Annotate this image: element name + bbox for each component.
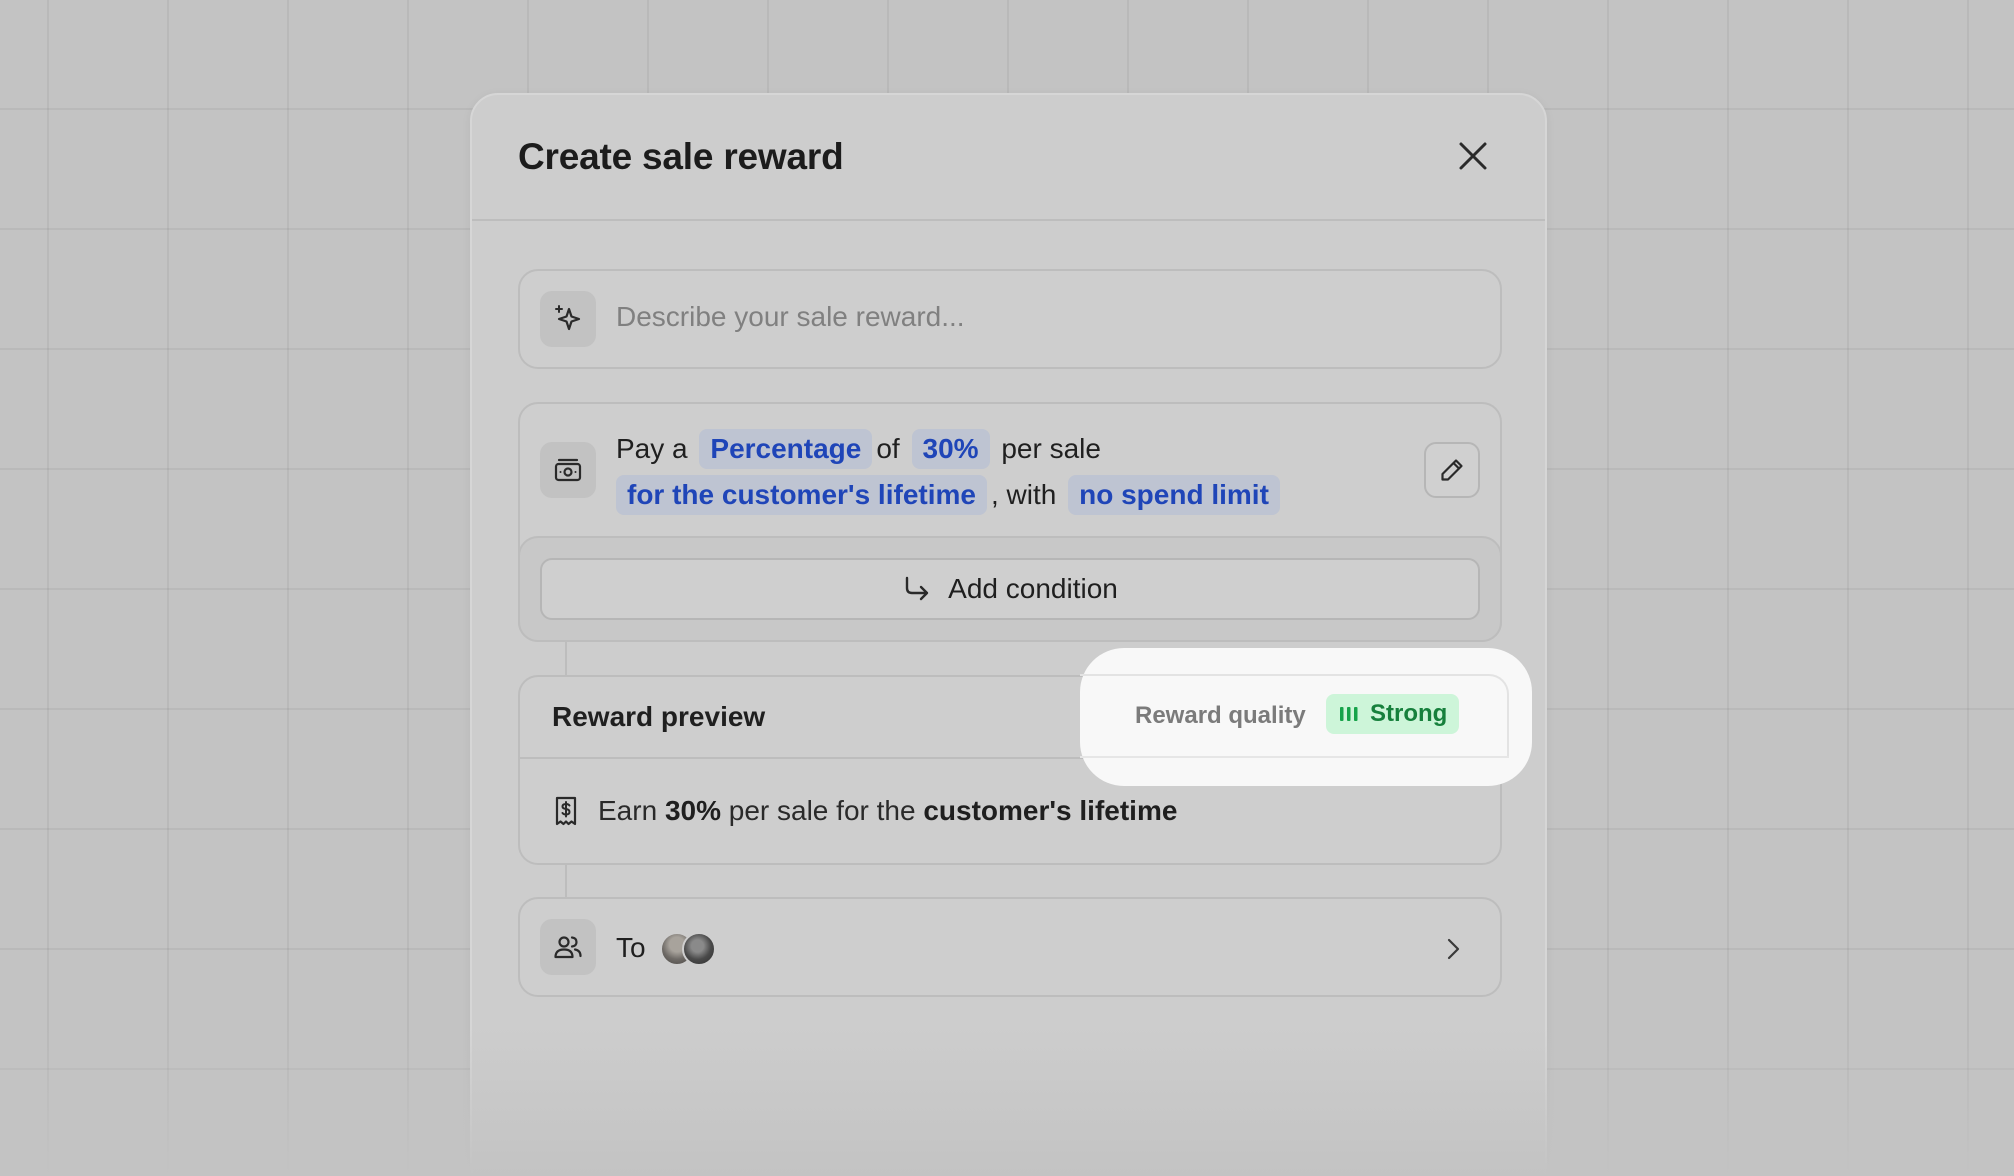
reward-sentence: Pay a Percentage of 30% per sale for the … (616, 426, 1284, 518)
avatar (682, 932, 716, 966)
of-text: of (876, 433, 900, 464)
sparkle-icon-box (540, 291, 596, 347)
create-sale-reward-modal: Create sale reward Describe your sale re… (470, 93, 1547, 1176)
reward-quality-value: Strong (1370, 700, 1448, 727)
preview-sentence: Earn 30% per sale for the customer's lif… (598, 795, 1177, 827)
per-sale-for-the-text: per sale for the (728, 795, 916, 826)
reward-duration-pill[interactable]: for the customer's lifetime (616, 475, 987, 515)
describe-reward-input[interactable]: Describe your sale reward... (518, 269, 1502, 369)
add-condition-button[interactable]: Add condition (540, 558, 1480, 620)
users-icon (554, 936, 582, 959)
reward-quality-highlight: Reward quality Strong (1080, 648, 1532, 786)
chevron-right-icon (1447, 938, 1460, 960)
describe-placeholder[interactable]: Describe your sale reward... (616, 301, 965, 333)
modal-title: Create sale reward (518, 136, 844, 177)
preview-amount: 30% (664, 795, 721, 826)
recipient-avatars (660, 932, 716, 966)
earn-text: Earn (598, 795, 658, 826)
close-button[interactable] (1457, 140, 1489, 172)
arrow-turn-icon (905, 576, 929, 601)
add-condition-label: Add condition (948, 573, 1118, 604)
recipients-row[interactable]: To (518, 897, 1502, 997)
sparkle-icon (555, 305, 581, 331)
reward-limit-pill[interactable]: no spend limit (1068, 475, 1280, 515)
to-label: To (616, 932, 646, 963)
reward-type-pill[interactable]: Percentage (699, 429, 873, 469)
money-icon-box (540, 442, 596, 498)
preview-duration: customer's lifetime (923, 795, 1178, 826)
condition-area: Add condition (518, 536, 1502, 642)
per-sale-text: per sale (1001, 433, 1101, 464)
reward-quality-badge: Strong (1326, 694, 1460, 734)
edit-reward-button[interactable] (1424, 442, 1480, 498)
signal-bars-icon (1340, 707, 1358, 721)
reward-preview-title: Reward preview (552, 701, 766, 732)
connector-line (565, 865, 567, 897)
reward-quality-label: Reward quality (1135, 702, 1306, 729)
receipt-dollar-icon (555, 796, 577, 826)
reward-definition-card: Pay a Percentage of 30% per sale for the … (518, 402, 1502, 642)
users-icon-box (540, 919, 596, 975)
connector-line (565, 642, 567, 675)
close-icon (1459, 142, 1487, 170)
modal-header: Create sale reward (472, 95, 1545, 221)
with-text: , with (990, 479, 1057, 510)
pay-a-text: Pay a (616, 433, 688, 464)
reward-amount-pill[interactable]: 30% (911, 429, 990, 469)
highlight-divider (1080, 756, 1509, 758)
money-icon (554, 458, 582, 482)
pencil-icon (1441, 459, 1463, 481)
